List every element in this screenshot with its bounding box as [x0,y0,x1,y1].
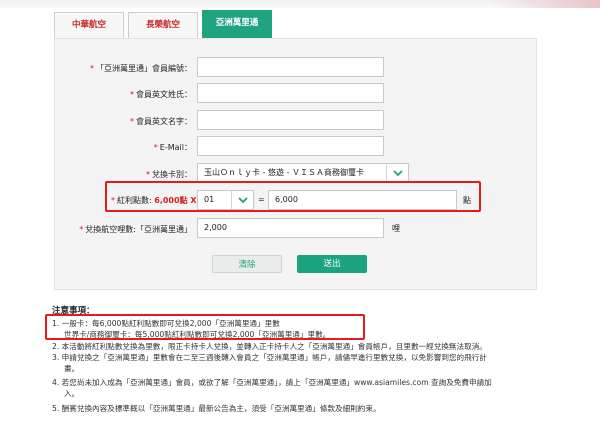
points-unit: 點 [463,196,471,205]
points-total-value: 6,000 [275,195,298,204]
card-type-label: * 兌換卡別： [52,169,192,180]
email-field[interactable] [197,136,384,156]
required-mark: * [90,64,94,73]
note-item-1-cont: 世界卡/商務御璽卡：每5,000點紅利點數即可兌換2,000「亞洲萬里通」里數。 [64,330,331,339]
first-name-input[interactable] [197,110,384,130]
note-item-5: 5. 酬賓兌換內容及標準概以「亞洲萬里通」最新公告為主，須受「亞洲萬里通」條款及… [52,404,381,413]
note-item-2: 2. 本活動將紅利點數兌換為里數，限正卡持卡人兌換，並轉入正卡持卡人之「亞洲萬里… [52,342,487,351]
last-name-label-text: 會員英文姓氏： [136,90,192,99]
miles-value: 2,000 [204,223,227,232]
member-id-input[interactable] [197,57,384,77]
email-label: * E-Mail： [52,142,192,153]
first-name-label-text: 會員英文名字： [136,117,192,126]
card-type-select[interactable]: 玉山Ｏｎｌｙ卡 - 悠遊 - ＶＩＳＡ商務御璽卡 [197,163,409,183]
note-item-4: 4. 若您尚未加入成為「亞洲萬里通」會員，或欲了解「亞洲萬里通」，請上「亞洲萬里… [52,378,492,387]
required-mark: * [130,90,134,99]
chevron-down-icon[interactable] [386,164,408,182]
tab-china-airlines[interactable]: 中華航空 [54,12,124,38]
note-item-1: 1. 一般卡：每6,000點紅利點數即可兌換2,000「亞洲萬里通」里數 [52,319,280,328]
card-type-label-text: 兌換卡別： [152,170,192,179]
last-name-input[interactable] [197,83,384,103]
multiplier-value: 01 [204,195,215,204]
equals-sign: = [258,195,265,204]
miles-label: * 兌換航空哩數:「亞洲萬里通」 [52,224,192,235]
points-per-unit: 6,000 [154,196,180,205]
note-item-3-cont: 畫。 [64,364,80,373]
last-name-label: * 會員英文姓氏： [52,89,192,100]
required-mark: * [79,225,84,234]
multiplier-select[interactable]: 01 [197,190,254,210]
clear-button[interactable]: 清除 [212,255,282,273]
required-mark: * [130,117,134,126]
required-mark: * [153,143,158,152]
required-mark: * [146,170,150,179]
note-item-3: 3. 申請兌換之「亞洲萬里通」里數會在二至三週後轉入會員之「亞洲萬里通」帳戶，請… [52,353,487,362]
member-id-label-text: 「亞洲萬里通」會員編號： [96,64,192,73]
top-bar [0,0,600,8]
points-label-suffix: 點 X [179,196,197,205]
submit-button[interactable]: 送出 [297,255,367,273]
chevron-down-icon[interactable] [231,191,253,209]
top-bar-accent [490,0,600,8]
miles-unit: 哩 [392,224,400,233]
points-total-field: 6,000 [268,190,457,210]
email-label-text: E-Mail： [159,143,192,152]
miles-label-text: 兌換航空哩數:「亞洲萬里通」 [85,225,192,234]
required-mark: * [111,196,115,205]
miles-field: 2,000 [197,218,384,238]
tab-asia-miles[interactable]: 亞洲萬里通 [202,10,272,38]
member-id-label: * 「亞洲萬里通」會員編號： [52,63,192,74]
note-item-4-cont: 入。 [64,389,80,398]
tab-eva-air[interactable]: 長榮航空 [128,12,198,38]
card-type-value: 玉山Ｏｎｌｙ卡 - 悠遊 - ＶＩＳＡ商務御璽卡 [204,168,364,177]
points-label-prefix: 紅利點數: [117,196,155,205]
points-label: * 紅利點數: 6,000點 X [111,195,197,206]
first-name-label: * 會員英文名字： [52,116,192,127]
